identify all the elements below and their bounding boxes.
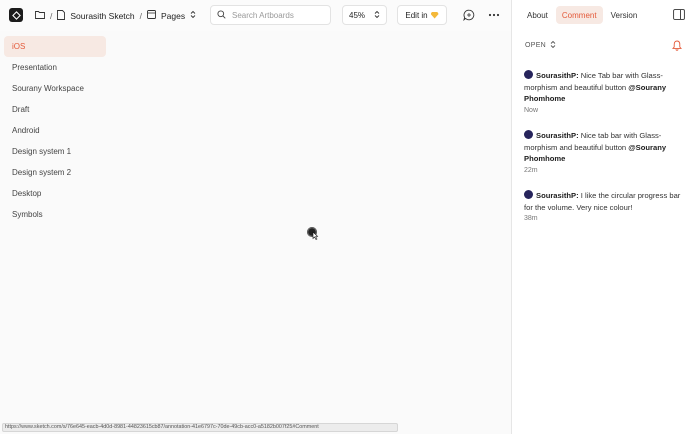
zoom-value: 45% [349,10,366,20]
comment-time: Now [524,106,539,114]
cursor-icon [306,226,320,242]
pages-dropdown[interactable]: Pages [161,11,185,21]
breadcrumb-separator: / [50,10,53,21]
edit-in-button[interactable]: Edit in [397,5,447,25]
comment-author[interactable]: SourasithP: [536,191,579,200]
search-icon [217,9,226,21]
top-toolbar: / Sourasith Sketch / Pages 45% Edit in [0,0,512,31]
zoom-select[interactable]: 45% [342,5,387,25]
edit-in-label: Edit in [405,10,428,20]
avatar[interactable] [524,130,533,139]
pages-icon [147,10,156,21]
canvas-area[interactable]: iOS Presentation Sourany Workspace Draft And… [0,31,511,434]
pages-list: iOS Presentation Sourany Workspace Draft And… [4,36,106,225]
comment-body: SourasithP: Nice Tab bar with Glass-morp… [524,70,686,105]
page-item[interactable]: Sourany Workspace [4,78,106,99]
breadcrumb-separator: / [139,10,143,21]
comment-author[interactable]: SourasithP: [536,71,579,80]
folder-icon[interactable] [35,10,45,21]
sidebar-toggle-icon[interactable] [673,9,685,22]
comment-item[interactable]: SourasithP: Nice tab bar with Glass-morp… [524,130,686,176]
sketch-gem-icon [430,11,439,19]
tab-comment[interactable]: Comment [555,6,603,24]
avatar[interactable] [524,190,533,199]
filter-label: OPEN [525,42,547,49]
search-input[interactable] [232,10,322,20]
comment-time: 38m [524,215,538,222]
more-icon[interactable] [487,8,501,22]
comment-filter-dropdown[interactable]: OPEN [525,40,556,51]
chevron-updown-icon [374,10,380,21]
breadcrumb: / Sourasith Sketch / Pages [35,9,196,22]
project-name[interactable]: Sourasith Sketch [70,11,134,21]
comment-body: SourasithP: Nice tab bar with Glass-morp… [524,130,686,165]
page-item[interactable]: Design system 2 [4,162,106,183]
panel-tabs: About Comment Version [521,6,643,24]
page-item[interactable]: iOS [4,36,106,57]
avatar[interactable] [524,70,533,79]
comment-time: 22m [524,166,538,174]
page-item[interactable]: Draft [4,99,106,120]
comment-item[interactable]: SourasithP: I like the circular progress… [524,190,686,225]
page-item[interactable]: Presentation [4,57,106,78]
comment-icon[interactable] [462,8,476,22]
page-item[interactable]: Design system 1 [4,141,106,162]
comment-body: SourasithP: I like the circular progress… [524,190,686,213]
page-item[interactable]: Symbols [4,204,106,225]
comment-author[interactable]: SourasithP: [536,131,579,140]
document-icon [57,9,66,22]
chevron-updown-icon[interactable] [190,10,196,21]
chevron-updown-icon [550,40,556,51]
page-item[interactable]: Android [4,120,106,141]
status-url-bar: https://www.sketch.com/s/76e645-eacb-4d0… [2,423,398,432]
bell-icon[interactable] [672,40,682,53]
page-item[interactable]: Desktop [4,183,106,204]
tab-about[interactable]: About [521,6,554,24]
right-panel: About Comment Version OPEN SourasithP: Nic… [512,0,694,434]
comment-item[interactable]: SourasithP: Nice Tab bar with Glass-morp… [524,70,686,116]
search-field[interactable] [210,5,331,25]
sketch-logo-icon[interactable] [9,8,23,22]
tab-version[interactable]: Version [605,6,644,24]
